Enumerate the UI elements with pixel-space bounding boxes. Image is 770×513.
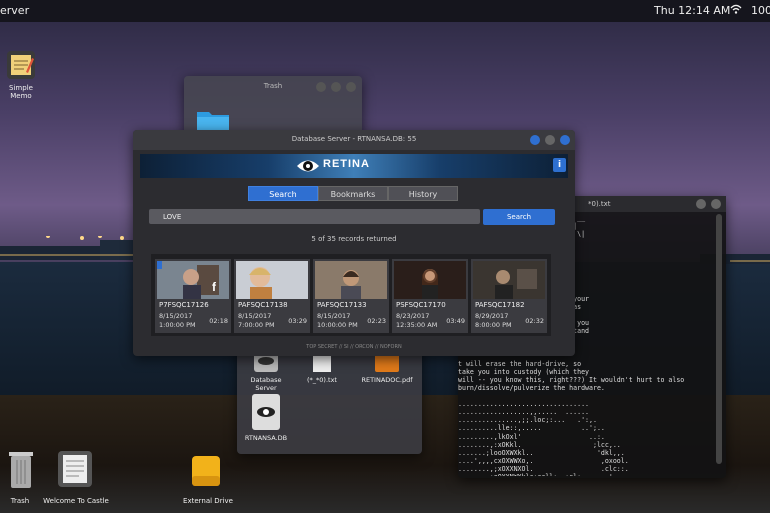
dock-icon-trash[interactable] [4,450,38,492]
wifi-icon[interactable] [730,3,742,18]
external-drive-icon [192,456,220,486]
file-item[interactable]: Database Server [241,350,291,392]
record-time: 12:35:00 AM [396,321,438,329]
tab-search[interactable]: Search [248,186,318,201]
trash-window[interactable]: Trash [184,76,362,136]
maximize-icon[interactable] [545,135,555,145]
maximize-icon[interactable] [331,82,341,92]
dock-icon-external-drive[interactable] [188,454,224,490]
record-thumbnail: f [157,261,229,299]
document-icon [58,451,92,487]
record-card[interactable]: PAFSQC17182 8/29/2017 8:00:00 PM 02:32 [471,259,547,333]
clock[interactable]: Thu 12:14 AM [654,4,730,17]
close-icon[interactable] [711,199,721,209]
folder-icon[interactable] [196,108,230,132]
search-button[interactable]: Search [483,209,555,225]
record-code: P7FSQC17126 [159,301,209,309]
record-duration: 02:23 [367,317,386,325]
record-date: 8/15/2017 [159,312,193,320]
results-strip: f P7FSQC17126 8/15/2017 1:00:00 PM 02:18… [151,254,551,336]
db-titlebar[interactable]: Database Server - RTNANSA.DB: 55 [133,130,575,150]
record-time: 1:00:00 PM [159,321,196,329]
maximize-icon[interactable] [696,199,706,209]
file-label: Database Server [250,376,282,392]
classification-footer: TOP SECRET // SI // ORCON // NOFORN [306,344,402,350]
record-duration: 03:49 [446,317,465,325]
record-thumbnail [315,261,387,299]
record-date: 8/15/2017 [317,312,351,320]
dock-label: Trash [10,497,30,505]
info-button[interactable]: i [553,158,566,172]
record-code: PAFSQC17133 [317,301,367,309]
battery-level[interactable]: 100 [751,4,770,17]
record-duration: 02:18 [209,317,228,325]
record-thumbnail [473,261,545,299]
record-code: PSFSQC17170 [396,301,446,309]
record-duration: 03:29 [288,317,307,325]
desktop-icon-label: Simple Memo [9,84,33,100]
search-input[interactable] [149,209,480,224]
file-label: RETINADOC.pdf [361,376,413,384]
record-time: 8:00:00 PM [475,321,512,329]
file-label: (*_*0).txt [307,376,337,384]
retina-logo-text: RETINA [323,158,370,170]
memo-icon [7,51,35,79]
database-server-window[interactable]: Database Server - RTNANSA.DB: 55 RETINA … [133,130,575,356]
record-card[interactable]: PAFSQC17138 8/15/2017 7:00:00 PM 03:29 [234,259,310,333]
retina-banner: RETINA i [140,154,568,178]
record-card[interactable]: f P7FSQC17126 8/15/2017 1:00:00 PM 02:18 [155,259,231,333]
record-card[interactable]: PSFSQC17170 8/23/2017 12:35:00 AM 03:49 [392,259,468,333]
database-file-icon [252,394,280,430]
minimize-icon[interactable] [316,82,326,92]
record-duration: 02:32 [525,317,544,325]
top-menu-bar: erver Thu 12:14 AM 100 [0,0,770,22]
file-label: RTNANSA.DB [244,434,288,442]
record-code: PAFSQC17182 [475,301,525,309]
terminal-scrollbar[interactable] [716,214,722,464]
window-title: Database Server - RTNANSA.DB: 55 [291,135,417,143]
record-thumbnail [236,261,308,299]
record-date: 8/29/2017 [475,312,509,320]
tab-history[interactable]: History [388,186,458,201]
record-code: PAFSQC17138 [238,301,288,309]
record-thumbnail [394,261,466,299]
close-icon[interactable] [346,82,356,92]
eye-logo-icon [297,160,319,172]
window-title: *0).txt [588,200,611,208]
close-icon[interactable] [560,135,570,145]
record-time: 7:00:00 PM [238,321,275,329]
minimize-icon[interactable] [530,135,540,145]
menu-app-label[interactable]: erver [0,4,29,17]
record-date: 8/15/2017 [238,312,272,320]
record-card[interactable]: PAFSQC17133 8/15/2017 10:00:00 PM 02:23 [313,259,389,333]
dock-label: Welcome To Castle [43,497,109,505]
record-time: 10:00:00 PM [317,321,358,329]
file-item[interactable]: RTNANSA.DB [241,394,291,442]
dock-icon-welcome[interactable] [55,450,95,490]
record-date: 8/23/2017 [396,312,430,320]
records-count: 5 of 35 records returned [311,235,397,243]
desktop-icon-simple-memo[interactable]: Simple Memo [0,48,42,100]
dock-label: External Drive [183,497,233,505]
tab-bookmarks[interactable]: Bookmarks [318,186,388,201]
trash-icon [9,452,33,488]
